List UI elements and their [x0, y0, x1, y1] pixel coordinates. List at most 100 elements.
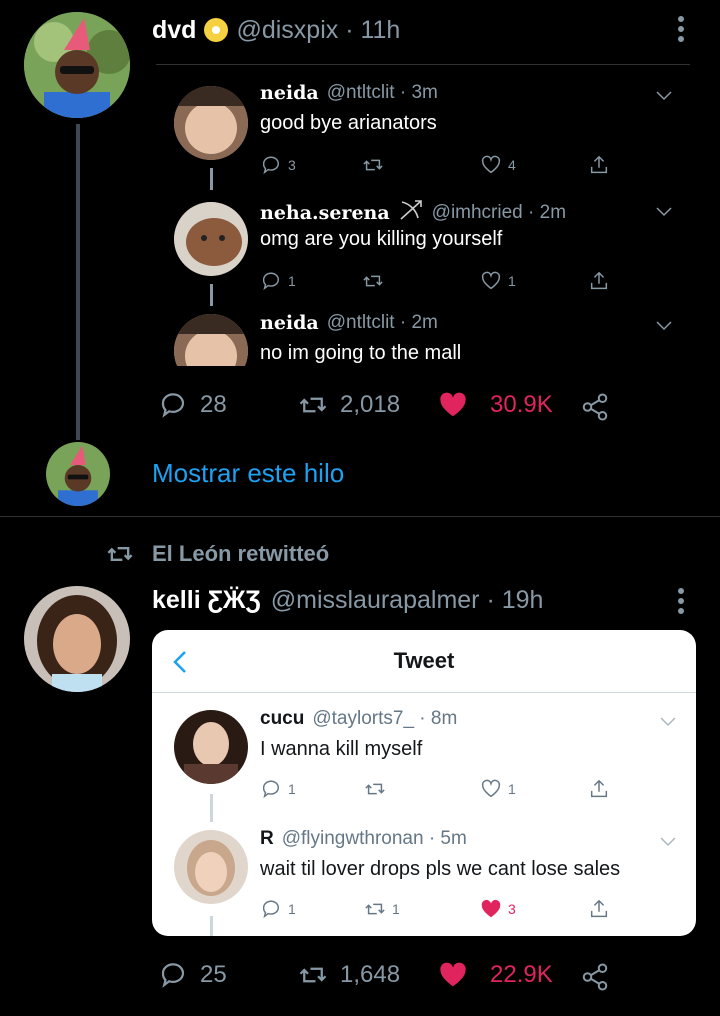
avatar-dvd-small	[46, 442, 110, 506]
card-divider	[152, 692, 696, 693]
chevron-down-icon	[656, 318, 672, 336]
embedded-header: neida @ntltclit · 2m	[260, 312, 438, 334]
heart-filled-icon	[481, 899, 501, 918]
embedded-meta: @taylorts7_ · 8m	[312, 708, 458, 729]
embedded-text: good bye arianators	[260, 112, 437, 134]
embedded-screenshot[interactable]: neida @ntltclit · 3m good bye arianators…	[156, 64, 690, 366]
handle-time[interactable]: @disxpix · 11h	[236, 16, 400, 45]
retweet-icon	[365, 903, 385, 915]
embedded-retweet	[362, 154, 384, 176]
embedded-retweet	[362, 270, 384, 292]
reply-button[interactable]: 28	[158, 390, 227, 420]
embedded-thread-line	[210, 916, 213, 936]
embedded-meta: @ntltclit · 2m	[326, 312, 438, 333]
divider	[0, 516, 720, 517]
embedded-retweet	[364, 778, 386, 800]
like-count: 1	[508, 781, 516, 797]
reply-icon	[161, 963, 185, 988]
thread-line	[76, 124, 80, 440]
retweet-count: 2,018	[340, 391, 401, 418]
show-thread-link[interactable]: Mostrar este hilo	[152, 458, 344, 489]
retweet-icon	[363, 275, 383, 287]
like-button[interactable]: 30.9K	[438, 390, 553, 420]
share-icon	[590, 155, 608, 174]
reply-icon	[262, 900, 279, 919]
retweet-icon	[107, 547, 133, 561]
embedded-header: neha.serena @imhcried · 2m	[260, 198, 566, 227]
embedded-thread-line	[210, 284, 213, 306]
retweet-button[interactable]: 2,018	[298, 390, 400, 420]
chevron-down-icon	[656, 88, 672, 106]
heart-filled-icon	[440, 962, 466, 987]
share-icon	[590, 899, 608, 918]
share-button[interactable]	[580, 962, 610, 997]
embedded-like: 1	[480, 270, 516, 292]
embedded-header: neida @ntltclit · 3m	[260, 82, 438, 104]
tweet-header: kelli ƸӜƷ @misslaurapalmer · 19h	[152, 582, 543, 618]
like-count: 22.9K	[490, 961, 553, 988]
embedded-share	[588, 898, 610, 920]
like-count: 30.9K	[490, 391, 553, 418]
embedded-share	[588, 778, 610, 800]
heart-icon	[481, 779, 501, 798]
retweet-icon	[299, 967, 327, 983]
reply-button[interactable]: 25	[158, 960, 227, 990]
handle-time[interactable]: @misslaurapalmer · 19h	[271, 586, 544, 615]
display-name[interactable]: kelli ƸӜƷ	[152, 586, 261, 615]
embedded-retweet: 1	[364, 898, 400, 920]
tweet-header: dvd @disxpix · 11h	[152, 12, 400, 48]
embedded-screenshot-card[interactable]: Tweet cucu @taylorts7_ · 8m I wanna kill…	[152, 630, 696, 936]
retweet-icon	[365, 783, 385, 795]
retweet-button[interactable]: 1,648	[298, 960, 400, 990]
badge-cd-icon	[204, 18, 229, 42]
retweeted-by-label[interactable]: El León retwitteó	[152, 541, 329, 567]
more-options-icon[interactable]	[676, 586, 686, 616]
embedded-share	[588, 154, 610, 176]
embedded-meta: @ntltclit · 3m	[326, 82, 438, 103]
avatar-neha	[174, 202, 248, 276]
reply-icon	[262, 780, 279, 799]
embedded-reply: 1	[260, 270, 296, 292]
like-button[interactable]: 22.9K	[438, 960, 553, 990]
embedded-thread-line	[210, 168, 213, 190]
embedded-meta: @imhcried · 2m	[431, 201, 567, 223]
reply-icon	[262, 156, 279, 175]
retweet-icon	[299, 397, 327, 413]
embedded-name: R	[260, 828, 274, 849]
bow-arrow-icon	[398, 198, 424, 227]
reply-count: 25	[200, 961, 227, 988]
reply-icon	[161, 393, 185, 418]
retweet-count: 1,648	[340, 961, 401, 988]
reply-count: 28	[200, 391, 227, 418]
embedded-like: 4	[480, 154, 516, 176]
avatar-kelli[interactable]	[24, 586, 130, 692]
reply-icon	[262, 272, 279, 291]
embedded-reply: 1	[260, 898, 296, 920]
embedded-header: R @flyingwthronan · 5m	[260, 828, 467, 850]
retweet-count: 1	[392, 901, 400, 917]
avatar-dvd[interactable]	[24, 12, 130, 118]
share-icon	[590, 779, 608, 798]
share-icon	[582, 963, 608, 991]
embedded-name: neha.serena	[260, 201, 390, 224]
heart-filled-icon	[440, 392, 466, 417]
share-button[interactable]	[580, 392, 610, 427]
embedded-text: I wanna kill myself	[260, 738, 423, 760]
share-icon	[590, 271, 608, 290]
embedded-name: cucu	[260, 708, 305, 729]
embedded-text: omg are you killing yourself	[260, 228, 503, 250]
avatar-cucu	[174, 710, 248, 784]
retweet-icon	[363, 159, 383, 171]
chevron-down-icon	[660, 834, 676, 852]
embedded-like: 3	[480, 898, 516, 920]
avatar-r	[174, 830, 248, 904]
chevron-down-icon	[660, 714, 676, 732]
avatar-neida	[174, 314, 248, 366]
embedded-thread-line	[210, 794, 213, 822]
display-name[interactable]: dvd	[152, 16, 196, 45]
more-options-icon[interactable]	[676, 14, 686, 44]
embedded-name: neida	[260, 312, 319, 334]
embedded-text: wait til lover drops pls we cant lose sa…	[260, 858, 621, 880]
reply-count: 3	[288, 157, 296, 173]
reply-count: 1	[288, 781, 296, 797]
